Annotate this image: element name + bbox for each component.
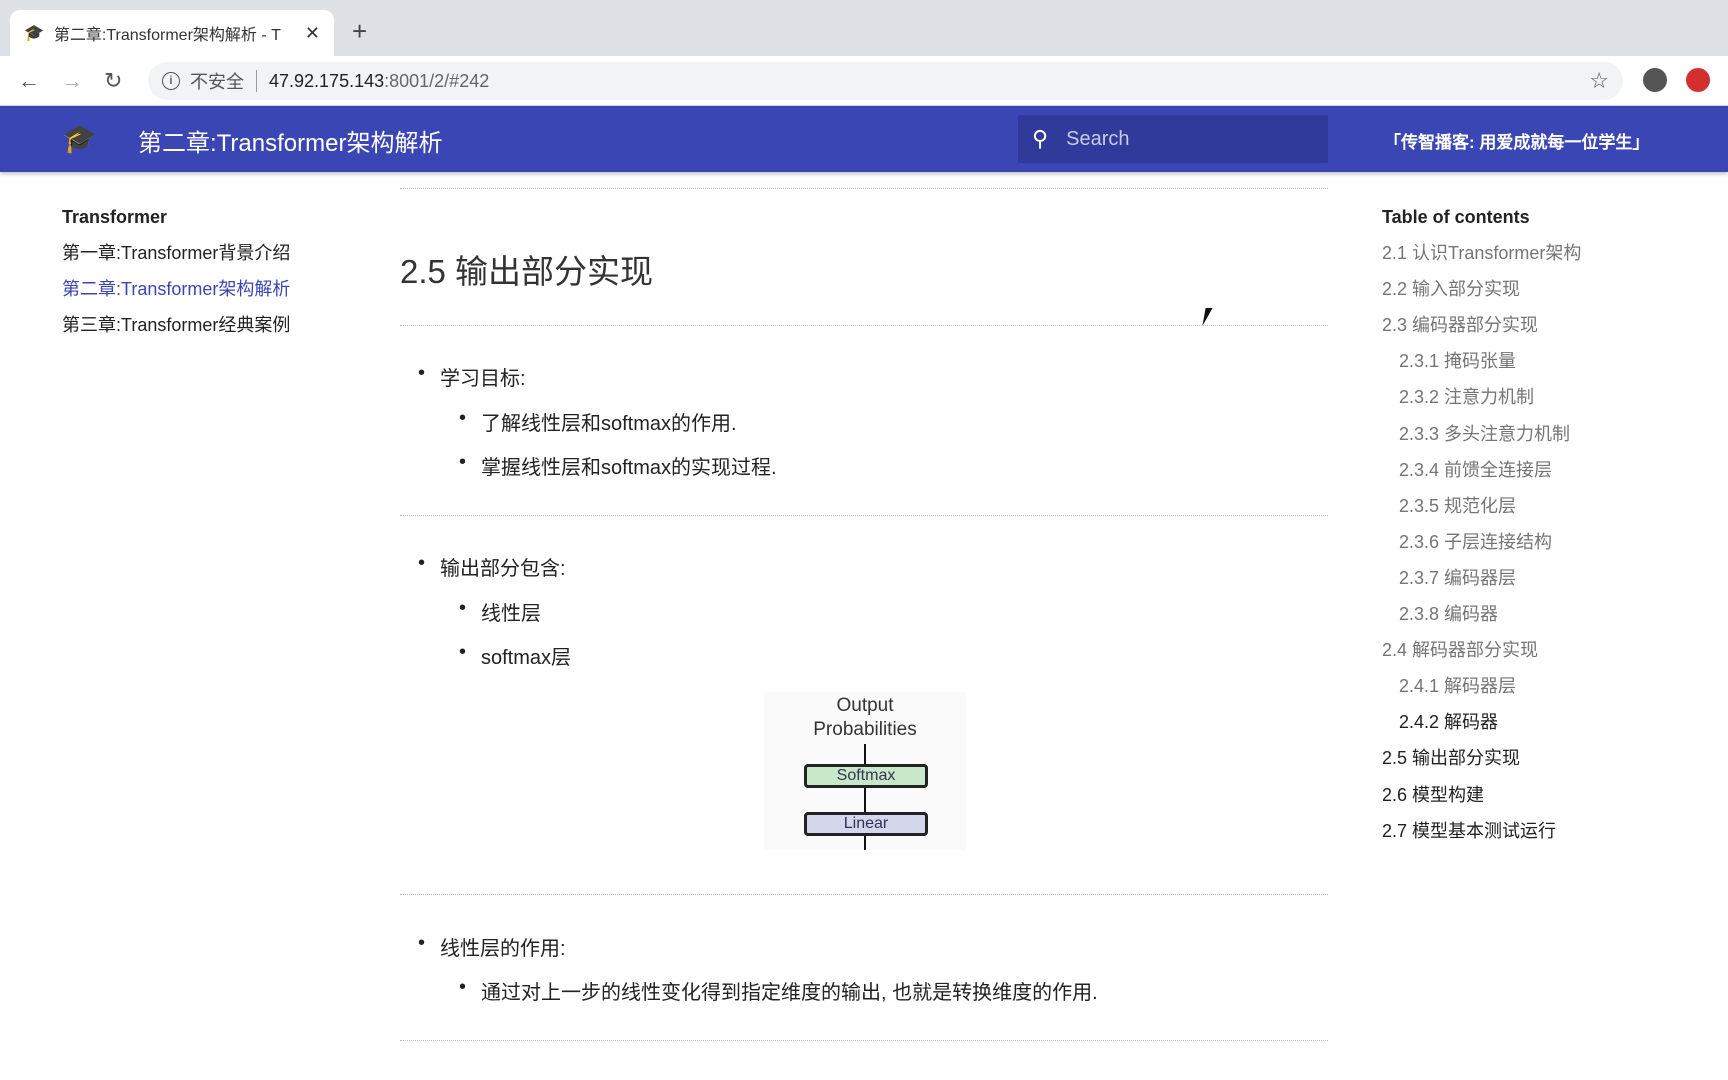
tab-title: 第二章:Transformer架构解析 - T [53,27,281,44]
toc-item[interactable]: 2.1 认识Transformer架构 [1382,241,1581,277]
mouse-cursor-icon [1202,308,1220,326]
address-bar-row: ← → ↻ i 不安全 47.92.175.143:8001/2/#242 ☆ [0,56,1728,106]
toc-title: Table of contents [1382,207,1530,227]
diagram-label: Probabilities [813,719,917,740]
toc-item[interactable]: 2.6 模型构建 [1382,783,1581,819]
divider [400,188,1328,189]
list-item: 了解线性层和softmax的作用. [459,407,737,436]
search-placeholder: Search [1066,127,1130,150]
divider [400,515,1328,516]
browser-tab[interactable]: 🎓 第二章:Transformer架构解析 - T ✕ [10,10,334,56]
divider [400,1040,1328,1041]
divider [400,325,1328,326]
sidebar-item-chapter2[interactable]: 第二章:Transformer架构解析 [62,277,290,313]
diagram-label: Output [836,695,894,716]
back-icon[interactable]: ← [18,68,40,94]
info-icon: i [162,72,180,90]
security-label: 不安全 [190,72,244,92]
list-item: 输出部分包含: [418,552,565,581]
logo-graduation-cap-icon[interactable]: 🎓 [62,122,97,155]
sidebar-nav: Transformer 第一章:Transformer背景介绍 第二章:Tran… [62,205,290,349]
toc-item[interactable]: 2.4 解码器部分实现 [1382,638,1581,674]
page-heading: 2.5 输出部分实现 [400,253,654,290]
bookmark-star-icon[interactable]: ☆ [1589,68,1609,94]
divider [400,894,1328,895]
graduation-cap-icon: 🎓 [24,25,44,42]
search-input[interactable]: ⚲ Search [1018,115,1328,163]
new-tab-button[interactable]: + [352,16,367,47]
profile-icon[interactable] [1643,68,1667,92]
diagram-softmax-box: Softmax [804,764,928,788]
list-item: softmax层 [459,641,571,670]
extension-icon[interactable] [1686,68,1710,92]
toc-item[interactable]: 2.3.5 规范化层 [1382,494,1581,530]
toc-item[interactable]: 2.4.1 解码器层 [1382,674,1581,710]
url-host: 47.92.175.143 [269,70,385,91]
list-item: 通过对上一步的线性变化得到指定维度的输出, 也就是转换维度的作用. [459,976,1098,1005]
table-of-contents: Table of contents 2.1 认识Transformer架构 2.… [1382,205,1581,855]
toc-item[interactable]: 2.3.4 前馈全连接层 [1382,458,1581,494]
close-tab-icon[interactable]: ✕ [305,23,320,44]
toc-item[interactable]: 2.2 输入部分实现 [1382,277,1581,313]
list-item: 学习目标: [418,362,525,391]
site-header: 🎓 第二章:Transformer架构解析 ⚲ Search 「传智播客: 用爱… [0,106,1728,172]
url-path: :8001/2/#242 [384,70,490,91]
sidebar-item-chapter1[interactable]: 第一章:Transformer背景介绍 [62,241,290,277]
toc-item[interactable]: 2.3.6 子层连接结构 [1382,530,1581,566]
tab-bar: 🎓 第二章:Transformer架构解析 - T ✕ + [0,0,1728,56]
diagram-linear-box: Linear [804,812,928,836]
toc-item[interactable]: 2.3 编码器部分实现 [1382,313,1581,349]
toc-item[interactable]: 2.3.1 掩码张量 [1382,349,1581,385]
toc-item[interactable]: 2.3.3 多头注意力机制 [1382,422,1581,458]
toc-item[interactable]: 2.3.7 编码器层 [1382,566,1581,602]
reload-icon[interactable]: ↻ [104,68,122,94]
output-diagram-image: Output Probabilities Softmax Linear [764,692,966,850]
url-input[interactable]: i 不安全 47.92.175.143:8001/2/#242 ☆ [148,62,1623,100]
site-title[interactable]: 第二章:Transformer架构解析 [138,123,442,158]
sidebar-item-chapter3[interactable]: 第三章:Transformer经典案例 [62,313,290,349]
toc-item[interactable]: 2.3.2 注意力机制 [1382,385,1581,421]
toc-item[interactable]: 2.4.2 解码器 [1382,710,1581,746]
forward-icon[interactable]: → [61,68,83,94]
list-item: 线性层的作用: [418,932,565,961]
search-icon: ⚲ [1032,126,1049,151]
toc-item[interactable]: 2.7 模型基本测试运行 [1382,819,1581,855]
slogan-link[interactable]: 「传智播客: 用爱成就每一位学生」 [1384,128,1649,153]
sidebar-title: Transformer [62,207,168,227]
list-item: 掌握线性层和softmax的实现过程. [459,451,777,480]
toc-item-active[interactable]: 2.5 输出部分实现 [1382,746,1581,782]
toc-item[interactable]: 2.3.8 编码器 [1382,602,1581,638]
list-item: 线性层 [459,597,541,626]
